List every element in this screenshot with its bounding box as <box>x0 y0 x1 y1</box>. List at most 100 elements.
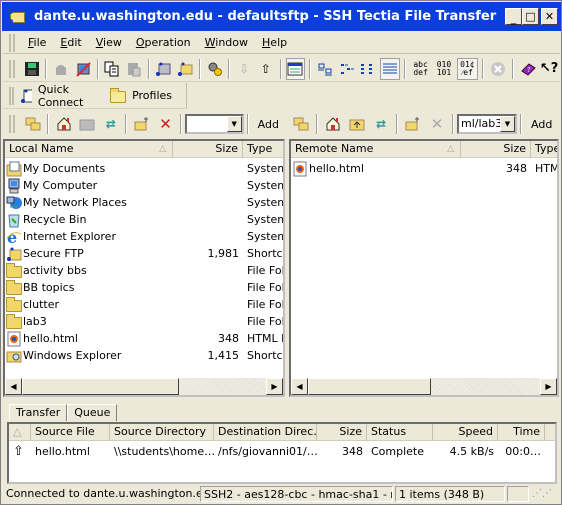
local-hscrollbar[interactable]: ◀ ▶ <box>5 378 283 395</box>
local-file-row[interactable]: Windows Explorer 1,415 Shortcu <box>5 347 283 364</box>
remote-hscrollbar[interactable]: ◀ ▶ <box>291 378 557 395</box>
remote-add-button[interactable]: Add <box>525 118 558 131</box>
remote-file-list[interactable]: Remote Name △ Size Type hello.html 348 HTM … <box>289 139 559 397</box>
transfer-col-time[interactable]: Time <box>498 424 545 441</box>
connect-button[interactable] <box>51 58 71 80</box>
disconnect-button[interactable] <box>73 58 93 80</box>
chevron-down-icon[interactable]: ▼ <box>500 116 515 132</box>
remote-up-button[interactable] <box>346 113 368 135</box>
context-help-button[interactable]: ↖? <box>539 58 559 80</box>
menu-operation[interactable]: Operation <box>129 36 198 49</box>
resize-grip-icon[interactable]: ⋰⋰ <box>529 486 553 502</box>
local-file-row[interactable]: Recycle Bin System <box>5 211 283 228</box>
local-refresh-button[interactable]: ⇄ <box>100 113 121 135</box>
local-toolbar-grip[interactable] <box>9 115 15 133</box>
remote-new-folder-button[interactable] <box>402 113 424 135</box>
transfer-col-sort[interactable]: △ <box>9 424 31 441</box>
paste-button[interactable] <box>124 58 144 80</box>
chevron-down-icon[interactable]: ▼ <box>226 116 242 132</box>
download-button[interactable]: ⇩ <box>234 58 254 80</box>
local-tree-button[interactable] <box>22 113 43 135</box>
details-button[interactable] <box>380 57 400 80</box>
transfer-col-dest-dir[interactable]: Destination Direc… <box>214 424 317 441</box>
save-button[interactable] <box>22 58 42 80</box>
remote-delete-button[interactable]: ✕ <box>426 113 448 135</box>
profiles-button[interactable]: Profiles <box>109 87 172 104</box>
scroll-track[interactable] <box>431 378 540 395</box>
local-file-list[interactable]: Local Name △ Size Type My Documents System… <box>3 139 285 397</box>
local-up-button[interactable] <box>77 113 98 135</box>
help-button[interactable]: ? <box>518 58 538 80</box>
transfer-col-source-file[interactable]: Source File <box>31 424 110 441</box>
menu-help[interactable]: Help <box>255 36 294 49</box>
local-path-combo[interactable]: ▼ <box>185 114 244 134</box>
scroll-right-button[interactable]: ▶ <box>540 378 557 395</box>
local-file-row[interactable]: lab3 File Fol <box>5 313 283 330</box>
menu-window[interactable]: Window <box>198 36 255 49</box>
show-tree-button[interactable] <box>285 57 306 80</box>
local-home-button[interactable] <box>53 113 74 135</box>
scroll-thumb[interactable] <box>22 378 179 395</box>
small-icons-button[interactable] <box>337 58 357 80</box>
remote-tree-button[interactable] <box>290 113 312 135</box>
auto-mode-button[interactable]: 01¢ ⁄ef <box>456 57 479 80</box>
transfer-row[interactable]: ⇧ hello.html \\students\home… /nfs/giova… <box>9 443 555 460</box>
local-file-row[interactable]: activity bbs File Fol <box>5 262 283 279</box>
local-col-size[interactable]: Size <box>173 141 243 158</box>
stop-button[interactable] <box>488 58 508 80</box>
remote-col-name[interactable]: Remote Name △ <box>291 141 461 158</box>
copy-button[interactable] <box>103 58 123 80</box>
local-file-row[interactable]: e Internet Explorer System <box>5 228 283 245</box>
toolbar-grip[interactable] <box>9 59 15 78</box>
quick-connect-button[interactable]: Quick Connect <box>20 83 95 109</box>
minimize-button[interactable]: _ <box>505 8 522 25</box>
scroll-track[interactable] <box>179 378 266 395</box>
menubar-grip[interactable] <box>9 33 15 52</box>
close-button[interactable]: ✕ <box>541 8 558 25</box>
upload-button[interactable]: ⇧ <box>256 58 276 80</box>
local-col-type[interactable]: Type <box>243 141 283 158</box>
remote-home-button[interactable] <box>322 113 344 135</box>
transfer-col-status[interactable]: Status <box>367 424 433 441</box>
transfer-col-size[interactable]: Size <box>317 424 367 441</box>
scroll-left-button[interactable]: ◀ <box>5 378 22 395</box>
remote-col-type[interactable]: Type <box>531 141 557 158</box>
binary-mode-button[interactable]: 010 101 <box>433 58 454 80</box>
remote-path-combo[interactable]: ml/lab3 ▼ <box>457 114 517 134</box>
scroll-right-button[interactable]: ▶ <box>266 378 283 395</box>
ascii-mode-button[interactable]: abc def <box>410 58 431 80</box>
local-new-folder-button[interactable] <box>131 113 152 135</box>
local-col-name[interactable]: Local Name △ <box>5 141 173 158</box>
menu-edit[interactable]: Edit <box>53 36 88 49</box>
remote-file-row[interactable]: hello.html 348 HTM <box>291 160 557 177</box>
transfer-list[interactable]: △ Source File Source Directory Destinati… <box>7 422 557 484</box>
tab-transfer[interactable]: Transfer <box>9 404 68 421</box>
remote-col-size[interactable]: Size <box>461 141 531 158</box>
menu-view[interactable]: View <box>89 36 129 49</box>
large-icons-button[interactable] <box>315 58 335 80</box>
scroll-thumb[interactable] <box>308 378 431 395</box>
local-file-row[interactable]: My Documents System <box>5 160 283 177</box>
remote-refresh-button[interactable]: ⇄ <box>370 113 392 135</box>
menu-file[interactable]: File <box>21 36 53 49</box>
local-file-row[interactable]: clutter File Fol <box>5 296 283 313</box>
local-file-row[interactable]: My Network Places System <box>5 194 283 211</box>
local-file-row[interactable]: BB topics File Fol <box>5 279 283 296</box>
local-file-row[interactable]: Secure FTP 1,981 Shortcu <box>5 245 283 262</box>
list-button[interactable] <box>359 58 379 80</box>
new-file-transfer-button[interactable] <box>175 58 195 80</box>
scroll-left-button[interactable]: ◀ <box>291 378 308 395</box>
qcbar-grip[interactable] <box>9 86 15 105</box>
refresh-icon: ⇄ <box>375 117 387 131</box>
local-file-row[interactable]: My Computer System <box>5 177 283 194</box>
toolbar-separator <box>228 58 231 79</box>
local-add-button[interactable]: Add <box>252 118 285 131</box>
local-file-row[interactable]: hello.html 348 HTML F <box>5 330 283 347</box>
transfer-col-source-dir[interactable]: Source Directory <box>110 424 214 441</box>
new-terminal-button[interactable] <box>154 58 174 80</box>
transfer-col-speed[interactable]: Speed <box>433 424 498 441</box>
local-delete-button[interactable]: ✕ <box>155 113 176 135</box>
maximize-button[interactable]: □ <box>522 8 539 25</box>
tab-queue[interactable]: Queue <box>67 404 118 421</box>
settings-button[interactable] <box>205 58 225 80</box>
